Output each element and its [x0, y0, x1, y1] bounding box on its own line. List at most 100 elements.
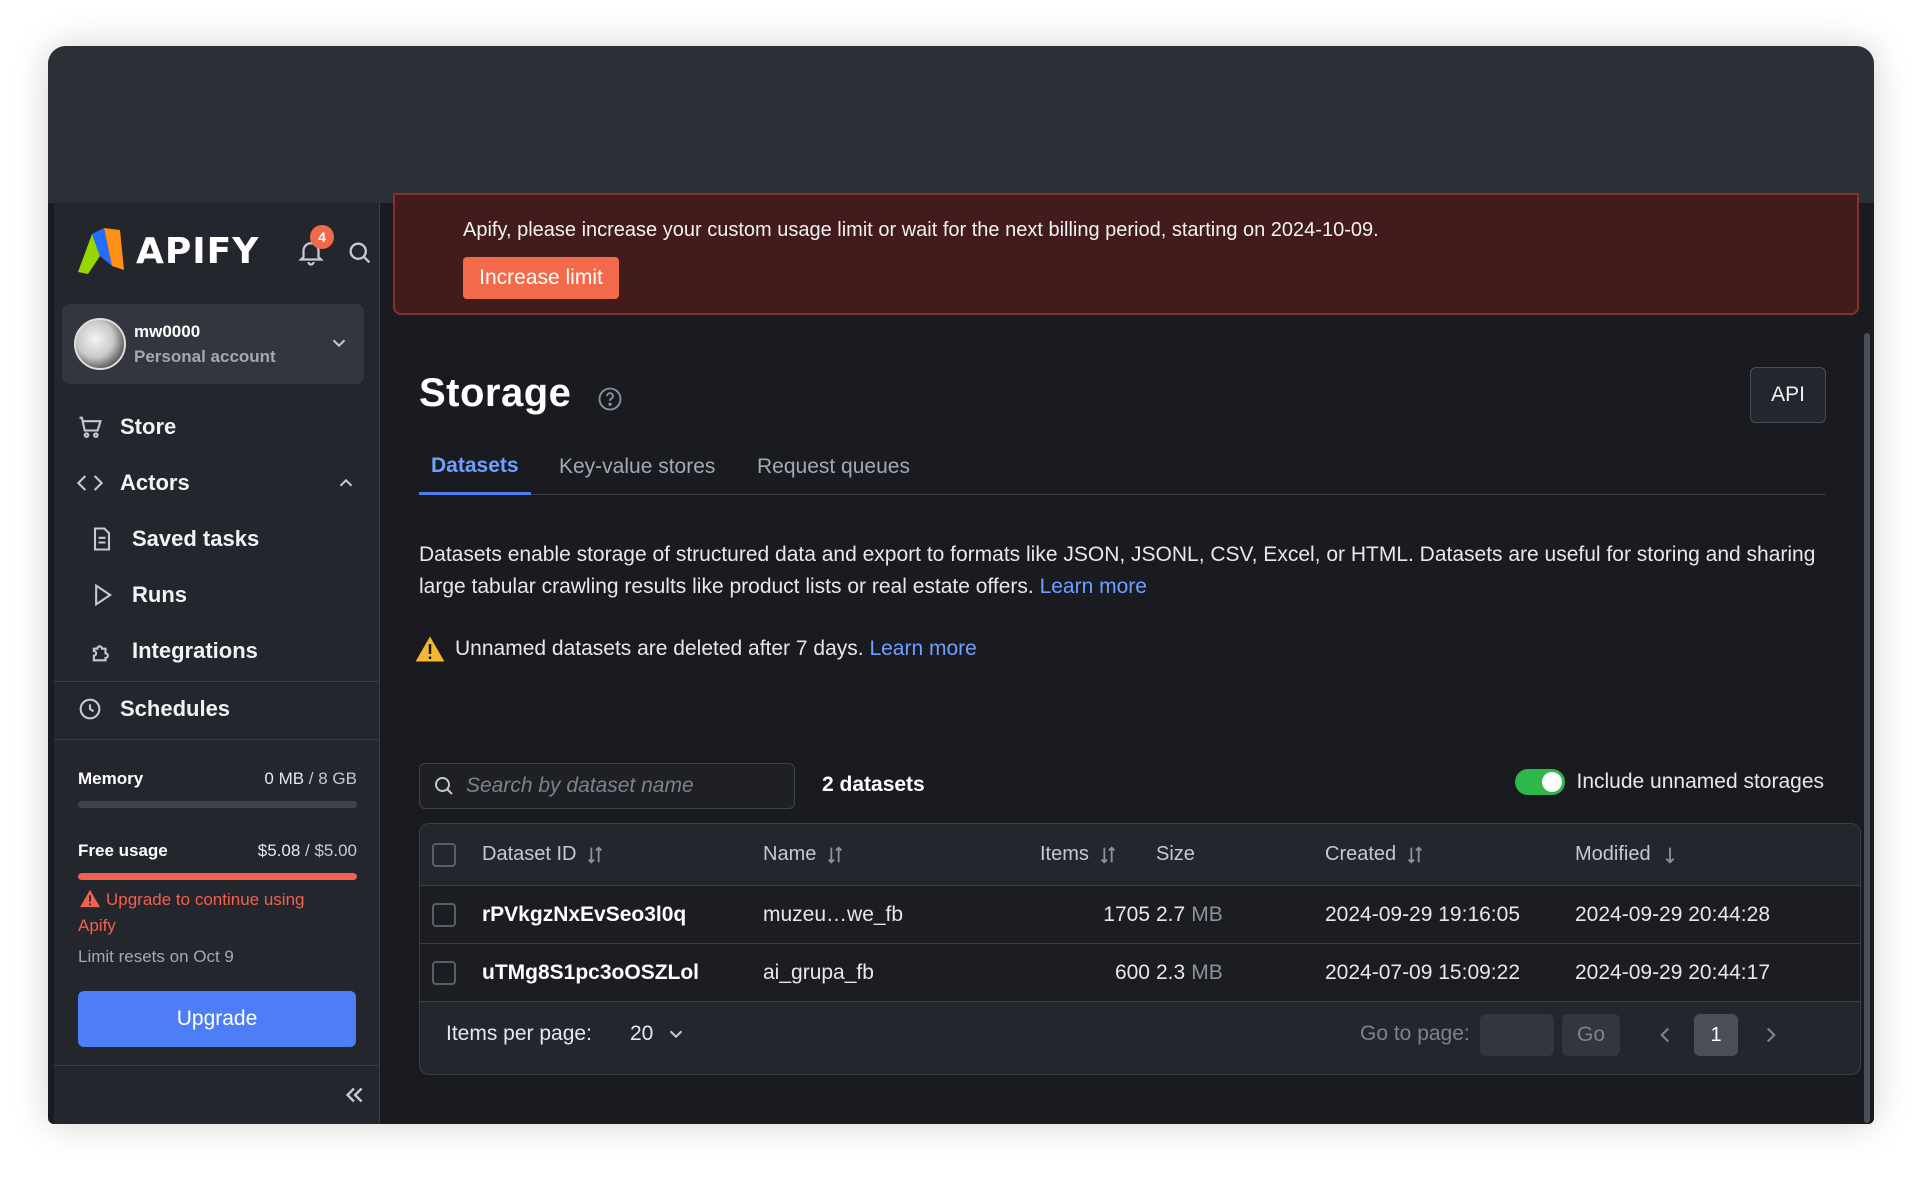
sort-desc-icon [1659, 844, 1681, 866]
play-icon [88, 581, 116, 609]
storage-tabs: Datasets Key-value stores Request queues [419, 439, 1826, 495]
search-input[interactable] [466, 774, 766, 798]
increase-limit-button[interactable]: Increase limit [463, 257, 619, 299]
cell-modified: 2024-09-29 20:44:28 [1575, 902, 1770, 926]
table-row[interactable]: rPVkgzNxEvSeo3l0q muzeu…we_fb 1705 2.7 MB… [420, 886, 1860, 944]
tab-key-value-stores[interactable]: Key-value stores [559, 439, 715, 495]
sidebar: APIFY 4 mw0000 Personal account Store Ac… [54, 203, 380, 1124]
sort-icon [824, 844, 846, 866]
items-per-page-select[interactable]: 20 [630, 1022, 687, 1046]
column-label: Items [1040, 843, 1089, 865]
column-label: Created [1325, 843, 1397, 865]
notification-count-badge: 4 [310, 225, 334, 249]
divider [54, 1065, 379, 1066]
usage-warning-text: Upgrade to continue using Apify [78, 890, 305, 935]
sidebar-item-saved-tasks[interactable]: Saved tasks [54, 515, 379, 563]
size-unit: MB [1191, 960, 1223, 984]
cell-items: 1705 [1103, 902, 1150, 926]
usage-warning: Upgrade to continue using Apify [78, 887, 338, 939]
cell-dataset-id[interactable]: rPVkgzNxEvSeo3l0q [482, 886, 686, 943]
tab-datasets[interactable]: Datasets [419, 439, 531, 495]
account-type: Personal account [134, 346, 276, 366]
free-usage-bar-fill [78, 873, 357, 880]
datasets-table: Dataset ID Name Items Size Created Modif… [419, 823, 1861, 1075]
search-icon [432, 774, 456, 798]
tab-request-queues[interactable]: Request queues [757, 439, 910, 495]
free-usage-bar [78, 873, 357, 880]
api-button[interactable]: API [1750, 367, 1826, 423]
sidebar-item-actors[interactable]: Actors [54, 459, 379, 507]
column-modified[interactable]: Modified [1575, 824, 1681, 885]
free-usage-total: / $5.00 [300, 841, 357, 860]
upgrade-button[interactable]: Upgrade [78, 991, 356, 1047]
items-per-page-value: 20 [630, 1022, 654, 1045]
column-label: Name [763, 843, 817, 865]
chevron-down-icon [328, 332, 350, 354]
toggle-label: Include unnamed storages [1576, 770, 1825, 793]
size-value: 2.3 [1156, 960, 1186, 984]
brand: APIFY 4 [74, 225, 379, 277]
include-unnamed-toggle-wrap: Include unnamed storages [1514, 769, 1825, 795]
sidebar-item-label: Schedules [120, 696, 231, 721]
puzzle-icon [88, 637, 116, 665]
column-items[interactable]: Items [1040, 824, 1119, 885]
warning-icon [415, 635, 445, 663]
avatar [74, 318, 126, 370]
cell-name: muzeu…we_fb [763, 902, 904, 926]
go-to-page-input[interactable] [1480, 1014, 1554, 1056]
limit-resets-text: Limit resets on Oct 9 [78, 947, 234, 966]
chevron-down-icon [665, 1023, 687, 1045]
account-switcher[interactable]: mw0000 Personal account [62, 304, 364, 384]
apify-logo-icon[interactable] [74, 226, 126, 276]
cell-items: 600 [1114, 960, 1150, 984]
include-unnamed-toggle[interactable] [1514, 769, 1565, 795]
memory-bar [78, 801, 357, 808]
current-page-button[interactable]: 1 [1694, 1014, 1738, 1056]
cell-dataset-id[interactable]: uTMg8S1pc3oOSZLol [482, 944, 699, 1001]
divider [54, 681, 379, 682]
free-usage-label: Free usage [78, 841, 168, 860]
page-title: Storage [419, 371, 572, 415]
notice-text: Unnamed datasets are deleted after 7 day… [455, 637, 864, 660]
help-icon[interactable] [596, 385, 624, 413]
column-label: Dataset ID [482, 843, 577, 865]
sidebar-item-store[interactable]: Store [54, 403, 379, 451]
cell-size: 2.3 MB [1156, 944, 1223, 1001]
column-dataset-id[interactable]: Dataset ID [482, 824, 606, 885]
collapse-sidebar-icon[interactable] [341, 1082, 367, 1108]
table-header: Dataset ID Name Items Size Created Modif… [420, 824, 1860, 886]
chevron-right-icon[interactable] [1758, 1022, 1784, 1048]
notice-learn-more-link[interactable]: Learn more [869, 637, 976, 661]
search-icon[interactable] [346, 239, 374, 267]
table-footer: Items per page: 20 Go to page: Go 1 [420, 1000, 1860, 1074]
chevron-up-icon[interactable] [335, 472, 357, 494]
column-name[interactable]: Name [763, 824, 846, 885]
select-all-checkbox[interactable] [432, 842, 456, 867]
go-to-page-label: Go to page: [1360, 1022, 1470, 1045]
cell-modified: 2024-09-29 20:44:17 [1575, 960, 1770, 984]
sidebar-item-integrations[interactable]: Integrations [54, 627, 379, 675]
row-checkbox[interactable] [432, 902, 456, 927]
main-content: Apify, please increase your custom usage… [381, 193, 1874, 1124]
account-username: mw0000 [134, 321, 201, 341]
chevron-left-icon[interactable] [1652, 1022, 1678, 1048]
row-checkbox-cell [432, 944, 456, 1001]
sidebar-item-label: Saved tasks [132, 526, 260, 551]
sidebar-item-schedules[interactable]: Schedules [54, 685, 379, 733]
sidebar-item-runs[interactable]: Runs [54, 571, 379, 619]
scrollbar[interactable] [1864, 333, 1870, 1123]
memory-total: / 8 GB [304, 769, 357, 788]
sort-icon [1097, 844, 1119, 866]
row-checkbox[interactable] [432, 960, 456, 985]
toggle-knob [1541, 772, 1562, 792]
items-per-page-label: Items per page: [446, 1022, 592, 1045]
code-brackets-icon [76, 469, 104, 497]
learn-more-link[interactable]: Learn more [1040, 575, 1147, 598]
dataset-search [419, 763, 795, 809]
sidebar-item-label: Actors [120, 470, 190, 495]
size-unit: MB [1191, 902, 1223, 926]
table-row[interactable]: uTMg8S1pc3oOSZLol ai_grupa_fb 600 2.3 MB … [420, 944, 1860, 1002]
column-created[interactable]: Created [1325, 824, 1426, 885]
cart-icon [76, 413, 104, 441]
go-button[interactable]: Go [1562, 1014, 1620, 1056]
